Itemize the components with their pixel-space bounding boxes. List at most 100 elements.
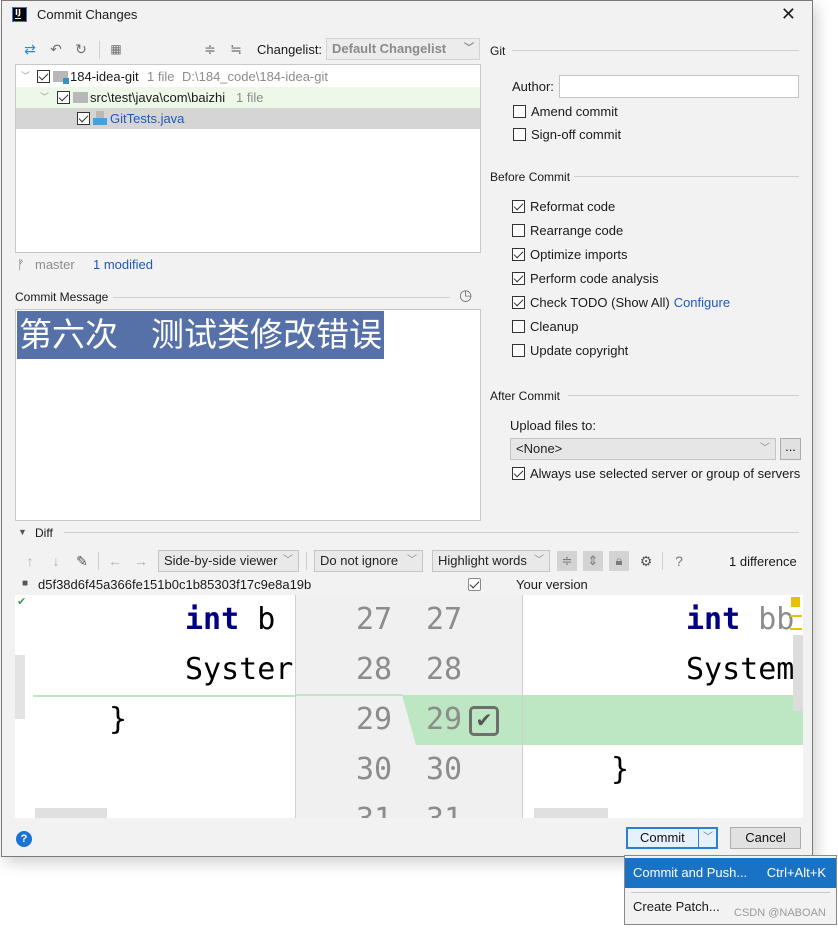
cancel-button[interactable]: Cancel	[730, 827, 801, 849]
configure-link[interactable]: Configure	[674, 295, 730, 310]
chevron-down-icon[interactable]: ﹀	[21, 66, 30, 87]
chevron-down-icon: ﹀	[464, 43, 474, 54]
warning-marker[interactable]	[791, 597, 800, 607]
code-line: int b	[185, 602, 276, 637]
before-commit-option[interactable]: Check TODO (Show All) Configure	[512, 295, 730, 311]
browse-servers-button[interactable]: ...	[780, 438, 801, 460]
toolbar-separator	[98, 552, 99, 570]
checkbox-label: Cleanup	[530, 319, 579, 334]
changelist-label: Changelist:	[257, 42, 323, 57]
changelist-select[interactable]: Default Changelist ﹀	[326, 38, 480, 60]
group-by-icon[interactable]: ▦	[108, 41, 124, 57]
lock-icon[interactable]: 🔒︎	[609, 551, 629, 571]
show-diff-icon[interactable]: ⇄	[22, 41, 38, 57]
left-line-number: 31	[356, 795, 392, 818]
code-line: }	[611, 752, 630, 787]
checkbox-box[interactable]	[512, 200, 525, 213]
commit-message-input[interactable]: 第六次 测试类修改错误	[15, 309, 481, 521]
code-line: }	[109, 702, 128, 737]
checkbox-box[interactable]	[513, 128, 526, 141]
checkbox-box[interactable]	[513, 105, 526, 118]
checkbox-box[interactable]	[512, 224, 525, 237]
after-commit-section-label: After Commit	[490, 389, 561, 403]
before-commit-section-label: Before Commit	[490, 170, 571, 184]
help-button[interactable]: ?	[16, 831, 32, 847]
warning-stripe	[790, 615, 802, 617]
ignore-whitespace-select[interactable]: Do not ignore ﹀	[314, 550, 423, 572]
checkbox-label: Sign-off commit	[531, 127, 622, 142]
checkbox-box[interactable]	[512, 272, 525, 285]
menu-item-commit-and-push[interactable]: Commit and Push... Ctrl+Alt+K	[625, 858, 836, 888]
commit-button[interactable]: Commit ﹀	[626, 827, 718, 849]
tree-row-repo[interactable]: ﹀ 184-idea-git 1 file D:\184_code\184-id…	[16, 66, 480, 87]
sync-scroll-toggle[interactable]: ⇕	[583, 551, 603, 571]
file-name: GitTests.java	[110, 111, 185, 126]
tree-row-file[interactable]: GitTests.java	[16, 108, 480, 129]
horizontal-scrollbar[interactable]	[534, 808, 608, 818]
branch-name: master	[35, 257, 75, 272]
author-input[interactable]	[559, 75, 799, 98]
horizontal-scrollbar[interactable]	[35, 808, 107, 818]
checkbox-label: Perform code analysis	[530, 271, 659, 286]
forward-arrow-icon[interactable]: →	[133, 553, 149, 569]
left-line-number: 27	[356, 602, 393, 637]
rollback-icon[interactable]: ↶	[48, 41, 64, 57]
checkbox-label: Always use selected server or group of s…	[530, 466, 801, 481]
include-changes-checkbox[interactable]	[468, 578, 481, 591]
vertical-scrollbar[interactable]	[15, 655, 25, 719]
git-section-label: Git	[490, 44, 506, 58]
help-icon[interactable]: ?	[671, 553, 687, 569]
chevron-down-icon: ﹀	[407, 555, 417, 566]
right-line-number: 29	[426, 702, 463, 737]
diff-left-pane[interactable]: ✔ int b Syster }	[15, 595, 295, 818]
repo-file-count: 1 file	[147, 69, 175, 84]
package-name: src\test\java\com\baizhi	[90, 90, 226, 105]
repo-checkbox[interactable]	[37, 70, 50, 83]
divider	[64, 532, 799, 533]
package-checkbox[interactable]	[57, 91, 70, 104]
refresh-icon[interactable]: ↻	[73, 41, 89, 57]
diff-right-pane[interactable]: int bb System }	[523, 595, 803, 818]
collapse-all-icon[interactable]: ≒	[228, 41, 244, 57]
expand-all-icon[interactable]: ≑	[202, 41, 218, 57]
tree-row-package[interactable]: ﹀ src\test\java\com\baizhi 1 file	[16, 87, 480, 108]
checkbox-box[interactable]	[512, 296, 525, 309]
close-button[interactable]: ✕	[781, 4, 796, 25]
commit-message-text: 第六次 测试类修改错误	[17, 311, 384, 359]
viewer-mode-select[interactable]: Side-by-side viewer ﹀	[158, 550, 299, 572]
edit-source-icon[interactable]: ✎	[74, 553, 90, 570]
checkbox-box[interactable]	[512, 467, 525, 480]
checkbox-box[interactable]	[512, 344, 525, 357]
viewer-mode-value: Side-by-side viewer	[164, 553, 278, 568]
highlight-mode-select[interactable]: Highlight words ﹀	[432, 550, 550, 572]
chevron-down-icon: ﹀	[534, 555, 544, 566]
chevron-down-icon[interactable]: ﹀	[40, 87, 49, 108]
divider	[574, 176, 799, 177]
gear-icon[interactable]: ⚙	[638, 553, 654, 570]
right-line-number: 27	[426, 602, 463, 637]
folder-icon	[73, 92, 88, 103]
checkbox-label: Update copyright	[530, 343, 629, 358]
changelist-value: Default Changelist	[332, 41, 447, 56]
toolbar-separator	[99, 41, 100, 59]
menu-item-shortcut: Ctrl+Alt+K	[766, 865, 826, 880]
checkbox-box[interactable]	[512, 248, 525, 261]
added-line-highlight	[523, 695, 803, 745]
next-difference-icon[interactable]: ↓	[48, 553, 64, 569]
checkbox-box[interactable]	[512, 320, 525, 333]
history-icon[interactable]: ◷	[459, 286, 472, 304]
diff-section-label: Diff	[35, 526, 53, 540]
modified-count-link[interactable]: 1 modified	[93, 257, 153, 272]
collapse-triangle-icon[interactable]: ▼	[18, 527, 27, 537]
apply-change-checkbox[interactable]: ✔	[469, 706, 499, 736]
back-arrow-icon[interactable]: ←	[107, 553, 123, 569]
vertical-scrollbar[interactable]	[793, 635, 803, 711]
window-title: Commit Changes	[37, 7, 138, 22]
upload-server-select[interactable]: <None> ﹀	[510, 438, 776, 460]
collapse-unchanged-toggle[interactable]: ≑	[557, 551, 577, 571]
chevron-down-icon[interactable]: ﹀	[703, 829, 713, 847]
previous-difference-icon[interactable]: ↑	[22, 553, 38, 569]
right-line-number: 30	[426, 752, 463, 787]
warning-stripe	[790, 628, 802, 630]
file-checkbox[interactable]	[77, 112, 90, 125]
